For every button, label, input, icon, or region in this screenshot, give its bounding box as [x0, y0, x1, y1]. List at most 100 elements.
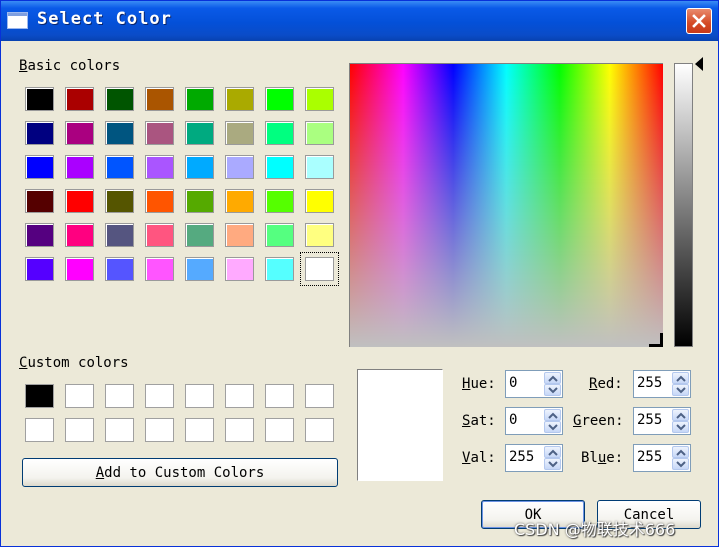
title-bar[interactable]: Select Color — [1, 1, 718, 41]
chevron-up-icon — [676, 449, 686, 456]
basic-color-swatch[interactable] — [225, 223, 254, 247]
basic-color-swatch[interactable] — [225, 189, 254, 213]
basic-color-swatch[interactable] — [185, 87, 214, 111]
custom-color-swatch[interactable] — [225, 384, 254, 408]
basic-color-swatch[interactable] — [265, 121, 294, 145]
basic-color-swatch[interactable] — [265, 257, 294, 281]
color-spectrum[interactable] — [349, 63, 663, 347]
hue-up-button[interactable] — [544, 372, 561, 384]
chevron-down-icon — [676, 461, 686, 468]
luminance-arrow-icon[interactable] — [695, 57, 703, 71]
sat-spinbox[interactable]: 0 — [505, 407, 563, 435]
basic-color-swatch[interactable] — [105, 87, 134, 111]
custom-color-swatch[interactable] — [225, 418, 254, 442]
blue-spinbox[interactable]: 255 — [633, 444, 691, 472]
custom-color-swatch[interactable] — [65, 418, 94, 442]
hue-value[interactable]: 0 — [509, 375, 517, 391]
basic-color-swatch[interactable] — [65, 223, 94, 247]
custom-color-swatch[interactable] — [145, 418, 174, 442]
sat-down-button[interactable] — [544, 421, 561, 433]
sat-up-button[interactable] — [544, 409, 561, 421]
blue-down-button[interactable] — [672, 458, 689, 470]
basic-color-swatch[interactable] — [305, 189, 334, 213]
basic-color-swatch[interactable] — [65, 121, 94, 145]
basic-color-swatch[interactable] — [25, 121, 54, 145]
basic-color-swatch[interactable] — [305, 155, 334, 179]
basic-color-swatch[interactable] — [25, 257, 54, 281]
close-button[interactable] — [686, 8, 712, 34]
chevron-up-icon — [548, 449, 558, 456]
custom-color-swatch[interactable] — [145, 384, 174, 408]
hue-spinbox[interactable]: 0 — [505, 370, 563, 398]
basic-color-swatch[interactable] — [145, 121, 174, 145]
custom-color-swatch[interactable] — [25, 384, 54, 408]
hue-label: Hue: — [462, 376, 496, 392]
basic-color-swatch[interactable] — [25, 223, 54, 247]
basic-color-swatch[interactable] — [105, 189, 134, 213]
basic-color-swatch[interactable] — [225, 87, 254, 111]
basic-color-swatch[interactable] — [305, 121, 334, 145]
basic-color-swatch[interactable] — [105, 223, 134, 247]
custom-color-swatch[interactable] — [105, 418, 134, 442]
basic-color-swatch[interactable] — [185, 223, 214, 247]
basic-color-swatch[interactable] — [305, 223, 334, 247]
basic-color-swatch[interactable] — [305, 87, 334, 111]
val-up-button[interactable] — [544, 446, 561, 458]
blue-up-button[interactable] — [672, 446, 689, 458]
red-spinbox[interactable]: 255 — [633, 370, 691, 398]
basic-color-swatch[interactable] — [145, 87, 174, 111]
val-value[interactable]: 255 — [509, 449, 534, 465]
green-spinbox[interactable]: 255 — [633, 407, 691, 435]
red-down-button[interactable] — [672, 384, 689, 396]
red-value[interactable]: 255 — [637, 375, 662, 391]
basic-color-swatch[interactable] — [265, 87, 294, 111]
custom-color-swatch[interactable] — [105, 384, 134, 408]
red-up-button[interactable] — [672, 372, 689, 384]
basic-color-swatch[interactable] — [105, 257, 134, 281]
basic-color-swatch[interactable] — [185, 121, 214, 145]
basic-color-swatch[interactable] — [105, 121, 134, 145]
basic-color-swatch[interactable] — [25, 189, 54, 213]
green-value[interactable]: 255 — [637, 412, 662, 428]
custom-color-swatch[interactable] — [185, 418, 214, 442]
custom-color-swatch[interactable] — [305, 418, 334, 442]
basic-color-swatch[interactable] — [145, 257, 174, 281]
custom-color-swatch[interactable] — [25, 418, 54, 442]
green-down-button[interactable] — [672, 421, 689, 433]
basic-color-swatch[interactable] — [185, 189, 214, 213]
custom-color-swatch[interactable] — [265, 384, 294, 408]
basic-color-swatch[interactable] — [185, 155, 214, 179]
spectrum-crosshair[interactable] — [649, 333, 663, 347]
basic-color-swatch[interactable] — [145, 155, 174, 179]
basic-color-swatch[interactable] — [65, 189, 94, 213]
basic-color-swatch[interactable] — [25, 155, 54, 179]
basic-color-swatch[interactable] — [225, 257, 254, 281]
basic-color-swatch[interactable] — [145, 223, 174, 247]
basic-color-swatch[interactable] — [185, 257, 214, 281]
basic-color-swatch[interactable] — [65, 155, 94, 179]
custom-color-swatch[interactable] — [265, 418, 294, 442]
basic-color-swatch[interactable] — [65, 87, 94, 111]
custom-color-swatch[interactable] — [185, 384, 214, 408]
basic-color-swatch[interactable] — [105, 155, 134, 179]
basic-color-swatch[interactable] — [225, 121, 254, 145]
basic-color-swatch[interactable] — [25, 87, 54, 111]
add-to-custom-colors-button[interactable]: Add to Custom Colors — [22, 458, 338, 487]
green-up-button[interactable] — [672, 409, 689, 421]
luminance-slider[interactable] — [674, 63, 693, 347]
val-spinbox[interactable]: 255 — [505, 444, 563, 472]
chevron-up-icon — [548, 412, 558, 419]
basic-color-swatch[interactable] — [265, 155, 294, 179]
basic-color-swatch[interactable] — [65, 257, 94, 281]
basic-color-swatch[interactable] — [145, 189, 174, 213]
blue-value[interactable]: 255 — [637, 449, 662, 465]
custom-color-swatch[interactable] — [65, 384, 94, 408]
basic-color-swatch[interactable] — [265, 189, 294, 213]
sat-value[interactable]: 0 — [509, 412, 517, 428]
custom-color-swatch[interactable] — [305, 384, 334, 408]
close-icon — [692, 14, 706, 28]
val-down-button[interactable] — [544, 458, 561, 470]
basic-color-swatch[interactable] — [225, 155, 254, 179]
basic-color-swatch[interactable] — [265, 223, 294, 247]
hue-down-button[interactable] — [544, 384, 561, 396]
